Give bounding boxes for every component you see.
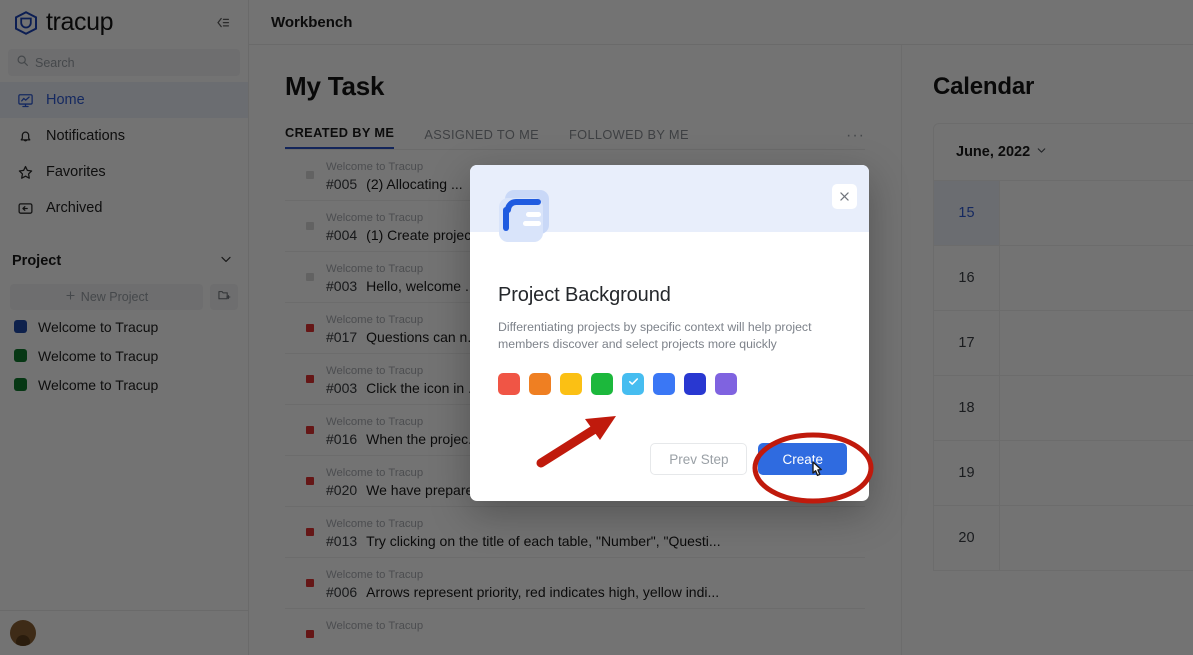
dialog-heading: Project Background — [498, 284, 671, 306]
project-background-dialog: Project Background Differentiating proje… — [470, 165, 869, 501]
create-button[interactable]: Create — [758, 443, 847, 475]
mouse-cursor — [812, 461, 822, 477]
dialog-header-band — [470, 165, 869, 242]
prev-step-button[interactable]: Prev Step — [650, 443, 748, 475]
color-swatch-red[interactable] — [498, 373, 520, 395]
color-swatch-purple[interactable] — [715, 373, 737, 395]
close-icon[interactable] — [832, 184, 857, 209]
app-window: tracup Search — [0, 0, 1193, 655]
color-swatch-group — [498, 373, 841, 395]
project-book-icon — [495, 188, 558, 255]
color-swatch-yellow[interactable] — [560, 373, 582, 395]
color-swatch-green[interactable] — [591, 373, 613, 395]
color-swatch-blue[interactable] — [653, 373, 675, 395]
color-swatch-orange[interactable] — [529, 373, 551, 395]
color-swatch-indigo[interactable] — [684, 373, 706, 395]
dialog-body: Project Background Differentiating proje… — [470, 232, 869, 395]
check-icon — [627, 375, 640, 393]
dialog-description: Differentiating projects by specific con… — [498, 320, 812, 351]
color-swatch-lightblue-selected[interactable] — [622, 373, 644, 395]
